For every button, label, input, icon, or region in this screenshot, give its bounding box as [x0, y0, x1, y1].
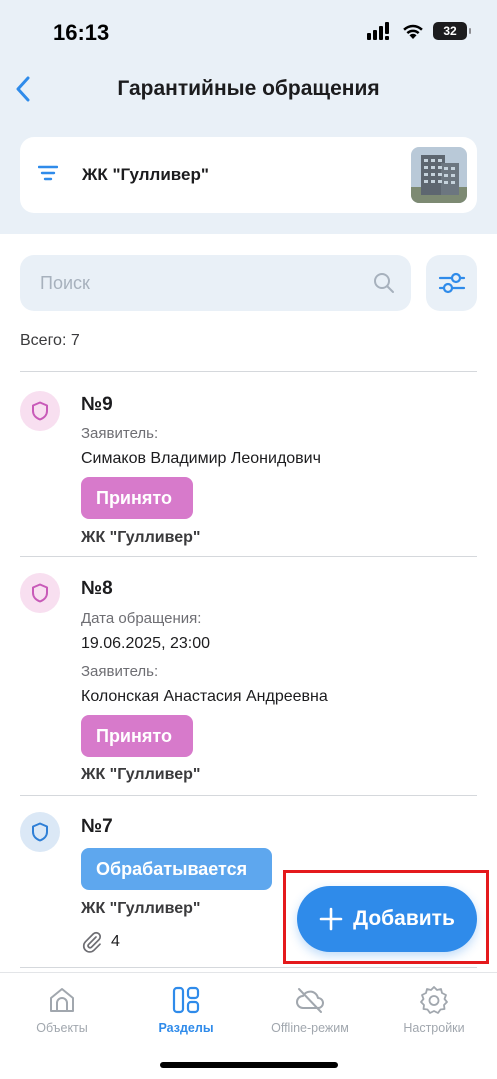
shield-status-icon: [20, 573, 60, 613]
request-object: ЖК "Гулливер": [81, 529, 201, 546]
status-badge-label: Принято: [96, 725, 172, 746]
tab-label: Объекты: [36, 1021, 88, 1035]
sliders-icon: [438, 272, 465, 294]
nav-bar: Гарантийные обращения: [0, 66, 497, 112]
tab-objects[interactable]: Объекты: [0, 985, 124, 1035]
filter-settings-button[interactable]: [426, 255, 477, 311]
date-value: 19.06.2025, 23:00: [81, 635, 211, 652]
grid-icon: [172, 986, 200, 1014]
request-number: №9: [81, 394, 113, 415]
tab-label: Разделы: [158, 1021, 214, 1035]
home-icon: [50, 988, 74, 1012]
signal-icon: [367, 22, 389, 40]
search-box: [20, 255, 411, 311]
applicant-value: Симаков Владимир Леонидович: [81, 450, 321, 467]
shield-status-icon: [20, 812, 60, 852]
paperclip-icon: [82, 931, 102, 953]
tab-settings[interactable]: Настройки: [372, 985, 496, 1035]
attachments-count: 4: [111, 933, 120, 950]
status-badge: Принято: [81, 477, 193, 519]
divider: [20, 556, 477, 557]
object-thumbnail: [411, 147, 467, 203]
status-bar: 16:13 32: [0, 0, 497, 66]
wifi-icon: [403, 24, 423, 39]
total-count: Всего: 7: [20, 332, 80, 349]
applicant-label: Заявитель:: [81, 663, 159, 680]
tab-label: Offline-режим: [271, 1021, 349, 1035]
status-badge: Обрабатывается: [81, 848, 272, 890]
applicant-label: Заявитель:: [81, 425, 159, 442]
status-badge-label: Принято: [96, 487, 172, 508]
search-icon[interactable]: [372, 271, 396, 295]
status-badge: Принято: [81, 715, 193, 757]
request-object: ЖК "Гулливер": [81, 766, 201, 783]
divider: [20, 371, 477, 372]
status-icons: 32: [367, 22, 471, 40]
search-input[interactable]: [40, 255, 370, 311]
object-selector[interactable]: ЖК "Гулливер": [20, 137, 477, 213]
home-indicator: [160, 1062, 338, 1068]
highlight-frame: [283, 870, 489, 964]
status-badge-label: Обрабатывается: [96, 858, 248, 879]
battery-icon: 32: [433, 22, 471, 40]
tab-label: Настройки: [403, 1021, 465, 1035]
divider: [20, 967, 477, 968]
filter-lines-icon: [38, 165, 58, 181]
status-time: 16:13: [53, 20, 110, 45]
request-number: №8: [81, 578, 113, 599]
gear-icon: [420, 986, 448, 1014]
applicant-value: Колонская Анастасия Андреевна: [81, 688, 328, 705]
object-name: ЖК "Гулливер": [82, 165, 209, 184]
request-number: №7: [81, 816, 113, 837]
attachments: 4: [81, 931, 120, 953]
date-label: Дата обращения:: [81, 610, 202, 627]
battery-level: 32: [443, 24, 457, 38]
cloud-off-icon: [296, 988, 324, 1013]
tab-offline[interactable]: Offline-режим: [248, 985, 372, 1035]
request-object: ЖК "Гулливер": [81, 900, 201, 917]
tab-sections[interactable]: Разделы: [124, 985, 248, 1035]
shield-status-icon: [20, 391, 60, 431]
page-title: Гарантийные обращения: [117, 77, 380, 100]
divider: [20, 795, 477, 796]
